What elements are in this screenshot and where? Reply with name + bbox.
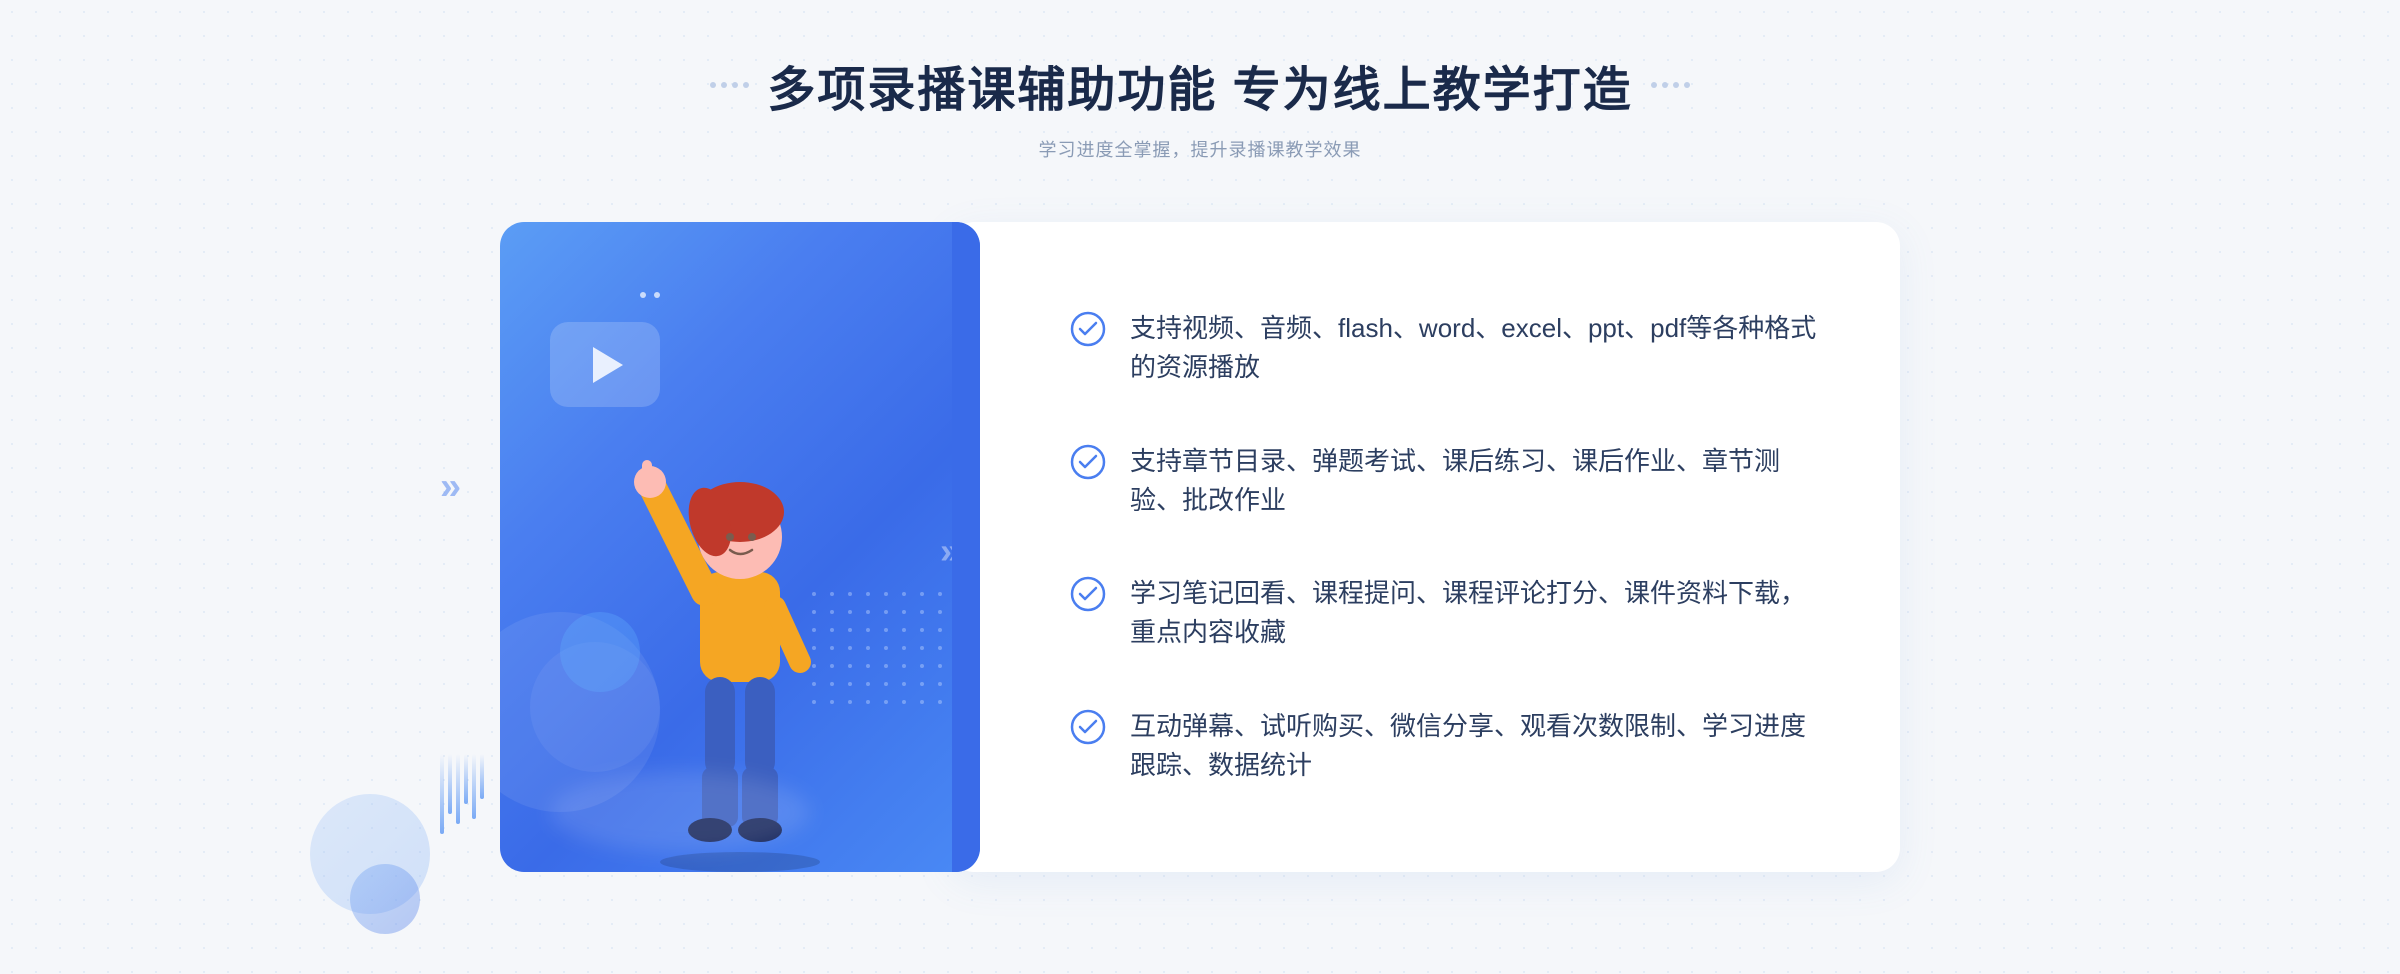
feature-text-1: 支持视频、音频、flash、word、excel、ppt、pdf等各种格式的资源… [1130,309,1820,387]
check-icon-3 [1070,576,1106,612]
header-dots-right [1651,82,1690,88]
main-title: 多项录播课辅助功能 专为线上教学打造 [767,50,1632,120]
feature-text-2: 支持章节目录、弹题考试、课后练习、课后作业、章节测验、批改作业 [1130,442,1820,520]
page-wrapper: 多项录播课辅助功能 专为线上教学打造 学习进度全掌握，提升录播课教学效果 [0,0,2400,974]
illustration-card: » [500,222,980,872]
blue-sidebar-accent [952,222,980,872]
sparkle-dots [640,292,660,298]
feature-item-1: 支持视频、音频、flash、word、excel、ppt、pdf等各种格式的资源… [1070,291,1820,405]
content-area: » [500,222,1900,872]
check-icon-2 [1070,444,1106,480]
header-dots-left [710,82,749,88]
subtitle: 学习进度全掌握，提升录播课教学效果 [1039,136,1362,162]
ground-light [550,772,810,852]
deco-circle-bottom-left2 [350,864,420,934]
feature-item-4: 互动弹幕、试听购买、微信分享、观看次数限制、学习进度跟踪、数据统计 [1070,689,1820,803]
feature-item-3: 学习笔记回看、课程提问、课程评论打分、课件资料下载，重点内容收藏 [1070,556,1820,670]
check-icon-1 [1070,311,1106,347]
header-section: 多项录播课辅助功能 专为线上教学打造 [710,50,1689,120]
features-card: 支持视频、音频、flash、word、excel、ppt、pdf等各种格式的资源… [950,222,1900,872]
feature-text-4: 互动弹幕、试听购买、微信分享、观看次数限制、学习进度跟踪、数据统计 [1130,707,1820,785]
feature-text-3: 学习笔记回看、课程提问、课程评论打分、课件资料下载，重点内容收藏 [1130,574,1820,652]
vertical-lines-decoration [440,754,484,834]
check-icon-4 [1070,709,1106,745]
feature-item-2: 支持章节目录、弹题考试、课后练习、课后作业、章节测验、批改作业 [1070,424,1820,538]
left-chevron-decoration: » [440,466,461,509]
